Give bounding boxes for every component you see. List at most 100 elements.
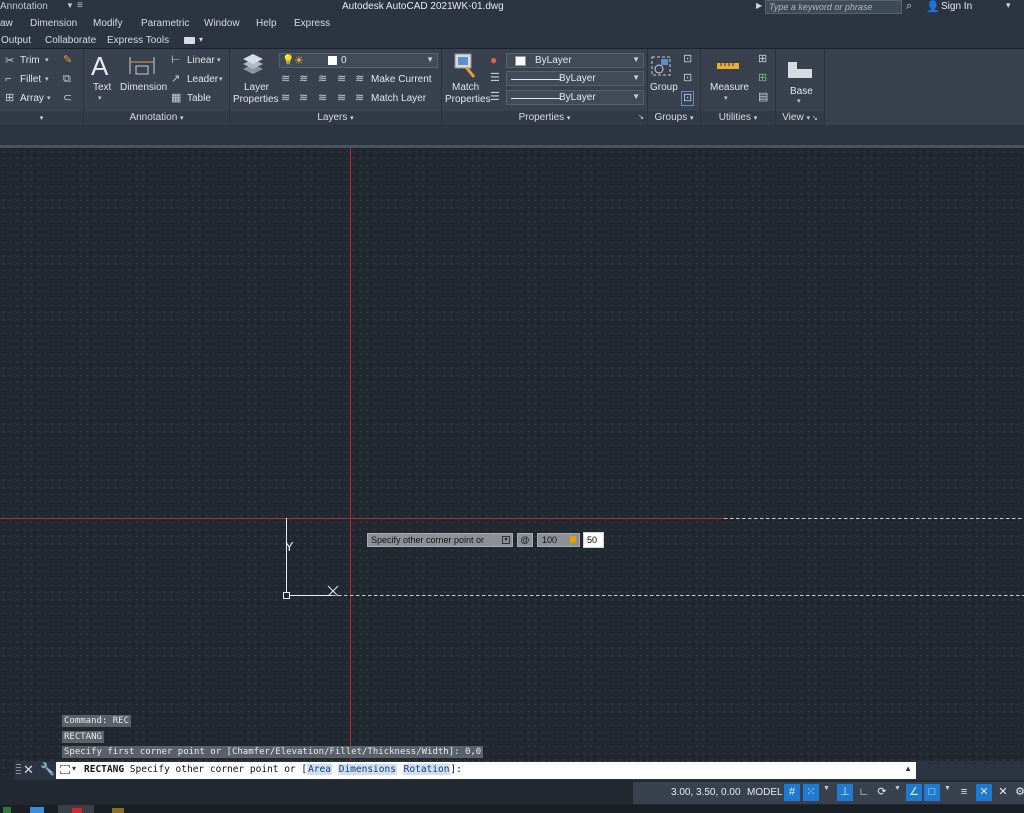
coordinate-readout[interactable]: 3.00, 3.50, 0.00 [671,787,741,798]
ortho-icon[interactable]: ∟ [856,784,872,801]
relative-coordinate-toggle[interactable]: @ [517,533,533,547]
menu-dimension[interactable]: Dimension [30,18,77,29]
lineweight-dropdown[interactable]: ByLayer ▼ [506,90,644,105]
match-properties-icon[interactable] [454,53,478,79]
offset-icon[interactable]: ⊂ [63,93,72,104]
group-icon[interactable] [651,54,675,78]
array-button[interactable]: Array [20,93,44,104]
layer-tool-icon[interactable]: ≋ [318,74,327,85]
make-current-button[interactable]: Make Current [371,74,432,85]
group-select-icon[interactable]: ⊡ [681,91,695,106]
leader-button[interactable]: Leader [187,74,218,85]
copy-icon[interactable]: ⧉ [63,74,71,85]
measure-button[interactable]: Measure [710,82,749,93]
model-space-button[interactable]: MODEL [747,787,783,798]
layer-tool-icon[interactable]: ≋ [299,74,308,85]
drawing-canvas[interactable]: Y Specify other corner point or ▾ @ 100 … [0,148,1024,780]
properties-panel-title[interactable]: Properties ▾ ↘ [442,111,647,125]
calculator-icon[interactable]: ▤ [758,92,768,103]
ungroup-icon[interactable]: ⊡ [683,54,692,65]
match-properties-label-2[interactable]: Properties [445,94,491,105]
tab-output[interactable]: Output [1,35,31,46]
text-button[interactable]: Text [93,82,111,93]
annotation-panel-title[interactable]: Annotation ▾ [84,111,229,125]
polar-tracking-icon[interactable]: ⟳ [874,784,890,801]
linear-button[interactable]: Linear [187,55,215,66]
layer-dropdown[interactable]: 💡 ☀ 0 ▼ [279,53,438,68]
layer-tool-icon[interactable]: ≋ [337,74,346,85]
linetype-dropdown[interactable]: ByLayer ▼ [506,71,644,86]
taskbar-app-icon[interactable] [3,807,11,813]
grid-icon[interactable]: # [784,784,800,801]
trim-button[interactable]: Trim [20,55,40,66]
options-icon[interactable]: ▾ [502,536,510,544]
menu-draw[interactable]: aw [0,18,13,29]
taskbar-app-icon[interactable] [30,807,44,813]
tab-collaborate[interactable]: Collaborate [45,35,96,46]
text-dropdown-icon[interactable]: ▾ [98,93,102,104]
snap-dropdown-icon[interactable]: ▼ [823,785,830,792]
annotation-visibility-icon[interactable]: ⚙ [1012,784,1024,801]
dynamic-input-y-field[interactable]: 50 [583,532,604,548]
leader-dropdown-icon[interactable]: ▾ [219,74,223,85]
view-panel-title[interactable]: View ▾ ↘ [776,111,824,125]
workspace-settings-icon[interactable]: ✕ [995,784,1011,801]
close-icon[interactable]: ✕ [23,762,34,778]
array-dropdown-icon[interactable]: ▾ [47,93,51,104]
quick-select-icon[interactable]: ⊞ [758,73,767,84]
search-expand-icon[interactable]: ▶ [756,1,762,10]
id-point-icon[interactable]: ⊞ [758,54,767,65]
object-snap-icon[interactable]: □ [924,784,940,801]
taskbar-autocad-icon[interactable] [58,805,94,813]
measure-icon[interactable] [716,61,740,71]
command-history-toggle-icon[interactable]: ▲ [904,764,912,773]
wrench-icon[interactable]: 🔧 [40,762,55,776]
sign-in-button[interactable]: Sign In [941,1,972,12]
menu-window[interactable]: Window [204,18,240,29]
recent-commands-icon[interactable] [60,765,70,774]
dynamic-input-x-field[interactable]: 100 [537,533,580,547]
group-button[interactable]: Group [650,82,678,93]
dimension-button[interactable]: Dimension [120,82,167,93]
layer-tool-icon[interactable]: ≋ [337,93,346,104]
user-icon[interactable]: 👤 [926,0,940,13]
base-view-icon[interactable] [787,61,813,79]
infer-constraints-icon[interactable]: ⊥ [837,784,853,801]
search-input[interactable]: Type a keyword or phrase [765,0,902,14]
option-area[interactable]: Area [307,764,332,775]
text-icon[interactable]: A [91,51,108,82]
linear-dropdown-icon[interactable]: ▾ [217,55,221,66]
menu-parametric[interactable]: Parametric [141,18,189,29]
workspace-dropdown-icon[interactable]: ▼ [66,1,74,10]
modify-panel-title[interactable]: ▾ [0,111,83,125]
option-dimensions[interactable]: Dimensions [337,764,397,775]
layer-properties-label-2[interactable]: Properties [233,94,279,105]
command-input[interactable]: ▾ RECTANG Specify other corner point or … [56,762,916,779]
menu-help[interactable]: Help [256,18,277,29]
dimension-icon[interactable] [128,54,156,76]
layers-panel-title[interactable]: Layers ▾ [230,111,441,125]
object-snap-dropdown-icon[interactable]: ▼ [944,785,951,792]
match-properties-label-1[interactable]: Match [452,82,479,93]
quick-access-menu-icon[interactable]: ≡ [77,0,83,11]
color-dropdown[interactable]: ByLayer ▼ [506,53,644,68]
snap-icon[interactable]: ⁙ [803,784,819,801]
polar-dropdown-icon[interactable]: ▼ [894,785,901,792]
isodraft-icon[interactable]: ∠ [906,784,922,801]
table-button[interactable]: Table [187,93,211,104]
layer-properties-icon[interactable] [240,53,266,79]
recent-commands-dropdown-icon[interactable]: ▾ [72,764,76,773]
lineweight-display-icon[interactable]: ≡ [956,784,972,801]
layer-tool-icon[interactable]: ≋ [281,93,290,104]
fillet-button[interactable]: Fillet [20,74,41,85]
ucs-origin-icon[interactable] [283,592,290,599]
annotation-scale-icon[interactable]: ✕ [976,784,992,801]
trim-dropdown-icon[interactable]: ▾ [45,55,49,66]
group-edit-icon[interactable]: ⊡ [683,73,692,84]
utilities-panel-title[interactable]: Utilities ▾ [701,111,775,125]
workspace-switcher[interactable]: Annotation [0,1,48,12]
menu-modify[interactable]: Modify [93,18,122,29]
base-dropdown-icon[interactable]: ▾ [797,96,801,107]
fillet-dropdown-icon[interactable]: ▾ [45,74,49,85]
taskbar-app-icon[interactable] [112,808,124,813]
